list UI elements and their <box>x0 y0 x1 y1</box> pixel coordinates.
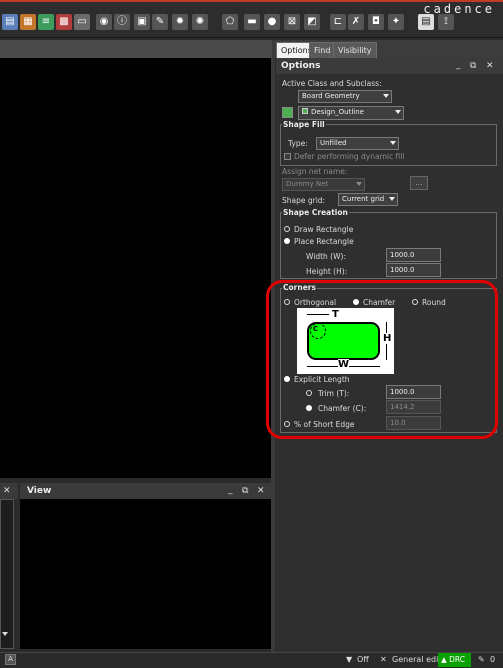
canvas-tab-area <box>0 40 272 58</box>
chevron-down-icon <box>390 141 396 145</box>
error-count: 0 <box>490 655 496 664</box>
options-panel-title: Options <box>281 61 321 71</box>
fill-type-select[interactable]: Unfilled <box>316 137 399 150</box>
close-icon[interactable]: ✕ <box>257 486 265 496</box>
chevron-down-icon <box>383 94 389 98</box>
add-shape-icon[interactable]: ⬠ <box>222 14 238 30</box>
info-icon[interactable]: ⓘ <box>114 14 130 30</box>
close-icon[interactable]: ✕ <box>486 61 494 71</box>
status-mode-button[interactable]: A <box>5 654 16 665</box>
width-label: Width (W): <box>306 252 346 261</box>
tool-icon: ✎ <box>478 655 485 664</box>
subclass-color-icon <box>302 108 308 114</box>
chevron-down-icon <box>356 182 362 186</box>
select-shape-icon[interactable]: ⊠ <box>284 14 300 30</box>
restore-icon[interactable]: ⧉ <box>470 61 476 71</box>
layers-icon[interactable]: ≡ <box>38 14 54 30</box>
merge-icon[interactable]: ✦ <box>388 14 404 30</box>
net-name-value: Dummy Net <box>286 180 329 188</box>
delete-shape-icon[interactable]: ✗ <box>348 14 364 30</box>
grid-icon[interactable]: ▩ <box>56 14 72 30</box>
chevron-down-icon[interactable] <box>2 632 8 636</box>
eye-icon[interactable]: ◉ <box>96 14 112 30</box>
shape-fill-title: Shape Fill <box>282 120 326 129</box>
shape-grid-label: Shape grid: <box>282 196 326 205</box>
highlight-annotation <box>266 280 498 439</box>
defer-fill-checkbox[interactable] <box>284 153 291 160</box>
draw-rectangle-label: Draw Rectangle <box>294 225 354 234</box>
color-swatch[interactable] <box>282 107 293 118</box>
net-name-select[interactable]: Dummy Net <box>282 178 365 191</box>
slice-icon[interactable]: ◩ <box>304 14 320 30</box>
edit-mode-status: General edit <box>392 655 442 664</box>
drc-status[interactable]: ▲ DRC <box>438 653 471 667</box>
dialog-icon[interactable]: ▭ <box>74 14 90 30</box>
edit-mode-icon: ✕ <box>380 655 387 664</box>
subclass-select[interactable]: Design_Outline <box>298 106 404 120</box>
cube-icon[interactable]: ▣ <box>134 14 150 30</box>
view-pane-title: View <box>27 486 52 496</box>
design-canvas[interactable] <box>0 58 271 478</box>
fill-type-label: Type: <box>288 139 308 148</box>
subclass-select-value: Design_Outline <box>311 108 364 116</box>
warning-icon: ▲ <box>441 655 450 664</box>
filter-status: Off <box>357 655 369 664</box>
height-label: Height (H): <box>306 267 348 276</box>
report-icon[interactable]: ▤ <box>418 14 434 30</box>
place-rectangle-label: Place Rectangle <box>294 237 354 246</box>
open-icon[interactable]: ▦ <box>20 14 36 30</box>
shadow-icon[interactable]: ✺ <box>192 14 208 30</box>
fill-type-value: Unfilled <box>320 139 347 147</box>
edit-boundary-icon[interactable]: ⊏ <box>330 14 346 30</box>
shape-grid-value: Current grid <box>342 195 385 203</box>
width-input[interactable]: 1000.0 <box>386 248 441 262</box>
chevron-down-icon <box>395 110 401 114</box>
filter-icon[interactable]: ▼ <box>346 655 352 664</box>
add-circle-icon[interactable]: ● <box>264 14 280 30</box>
close-icon[interactable]: ✕ <box>3 486 11 496</box>
minimize-icon[interactable]: _ <box>228 485 233 495</box>
class-select-value: Board Geometry <box>302 92 360 100</box>
left-pane <box>0 499 14 649</box>
view-pane-header <box>20 483 271 499</box>
minimize-icon[interactable]: _ <box>456 60 461 70</box>
defer-fill-label: Defer performing dynamic fill <box>294 152 405 161</box>
tab-visibility[interactable]: Visibility <box>333 42 377 58</box>
cadence-logo: cadence <box>423 2 495 16</box>
chevron-down-icon <box>389 197 395 201</box>
height-input[interactable]: 1000.0 <box>386 263 441 277</box>
brush-icon[interactable]: ✎ <box>152 14 168 30</box>
browse-net-button[interactable]: ... <box>410 176 428 190</box>
light-icon[interactable]: ✹ <box>172 14 188 30</box>
tab-find[interactable]: Find <box>309 42 336 58</box>
restore-icon[interactable]: ⧉ <box>242 486 248 496</box>
active-class-label: Active Class and Subclass: <box>282 79 382 88</box>
new-file-icon[interactable]: ▤ <box>2 14 18 30</box>
draw-rectangle-radio[interactable] <box>284 226 290 232</box>
camera-icon[interactable]: ◘ <box>368 14 384 30</box>
place-rectangle-radio[interactable] <box>284 238 290 244</box>
shape-creation-title: Shape Creation <box>282 208 349 217</box>
class-select[interactable]: Board Geometry <box>298 90 392 103</box>
add-rectangle-icon[interactable]: ▬ <box>244 14 260 30</box>
measure-icon[interactable]: ⟟ <box>438 14 454 30</box>
assign-net-label: Assign net name: <box>282 167 348 176</box>
view-pane[interactable] <box>20 499 271 649</box>
shape-grid-select[interactable]: Current grid <box>338 193 398 206</box>
drc-label: DRC <box>449 655 466 664</box>
